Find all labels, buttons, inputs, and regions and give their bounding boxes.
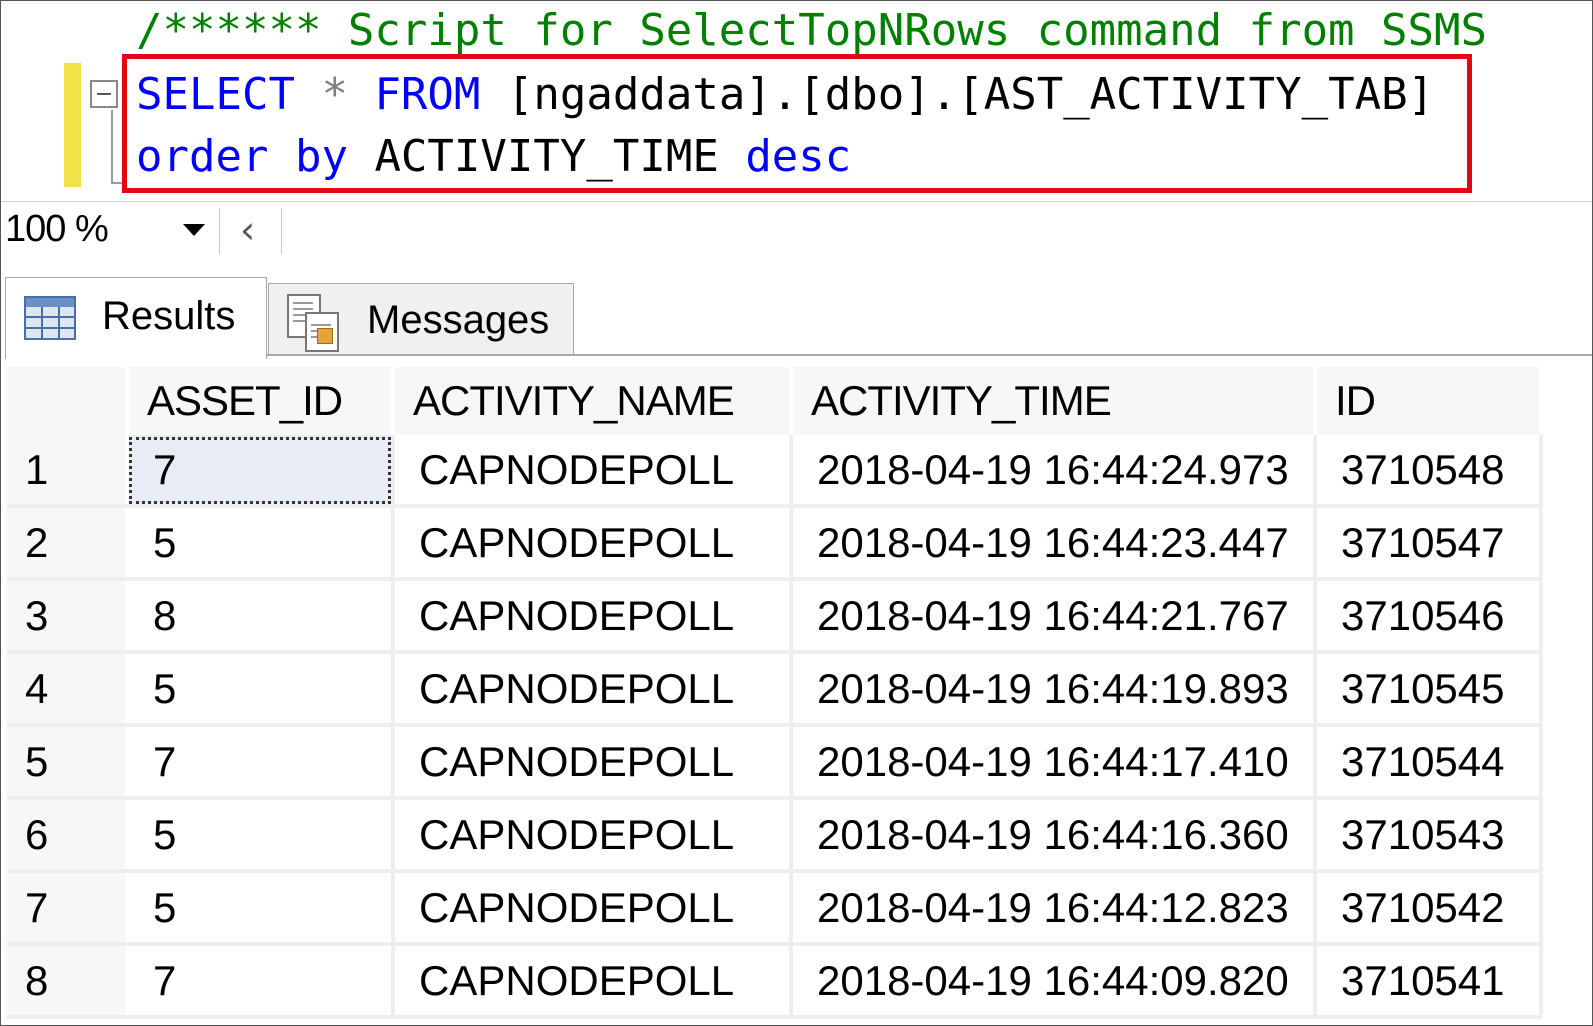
zoom-dropdown-arrow-icon[interactable]: [183, 224, 205, 236]
sql-keyword-order: order: [136, 131, 269, 182]
row-number[interactable]: 5: [7, 725, 129, 800]
grid-cell-activity-name[interactable]: CAPNODEPOLL: [393, 579, 793, 654]
column-header-asset-id[interactable]: ASSET_ID: [127, 367, 395, 435]
sql-keyword-by: by: [294, 131, 348, 182]
table-row: 8 7 CAPNODEPOLL 2018-04-19 16:44:09.820 …: [7, 944, 1543, 1019]
grid-cell-id[interactable]: 3710544: [1315, 725, 1543, 800]
grid-cell-activity-time[interactable]: 2018-04-19 16:44:17.410: [791, 725, 1317, 800]
results-grid[interactable]: ASSET_ID ACTIVITY_NAME ACTIVITY_TIME ID …: [1, 361, 1592, 1025]
sql-keyword-from: FROM: [374, 69, 481, 120]
grid-cell-id[interactable]: 3710547: [1315, 506, 1543, 581]
row-number[interactable]: 1: [7, 435, 129, 508]
editor-status-strip: 100 % ‹: [1, 201, 1592, 259]
row-number[interactable]: 2: [7, 506, 129, 581]
scroll-left-button[interactable]: ‹: [226, 206, 276, 254]
row-number[interactable]: 7: [7, 871, 129, 946]
grid-cell-asset-id[interactable]: 5: [127, 871, 395, 946]
zoom-level-value[interactable]: 100 %: [5, 208, 109, 251]
column-header-activity-name[interactable]: ACTIVITY_NAME: [393, 367, 793, 435]
grid-cell-activity-time[interactable]: 2018-04-19 16:44:19.893: [791, 652, 1317, 727]
grid-cell-asset-id[interactable]: 7: [127, 725, 395, 800]
grid-cell-asset-id[interactable]: 5: [127, 652, 395, 727]
table-row: 7 5 CAPNODEPOLL 2018-04-19 16:44:12.823 …: [7, 871, 1543, 946]
column-header-id[interactable]: ID: [1315, 367, 1543, 435]
table-row: 6 5 CAPNODEPOLL 2018-04-19 16:44:16.360 …: [7, 798, 1543, 873]
table-row: 1 7 CAPNODEPOLL 2018-04-19 16:44:24.973 …: [7, 435, 1543, 508]
tab-results[interactable]: Results: [5, 277, 267, 359]
grid-cell-activity-time[interactable]: 2018-04-19 16:44:16.360: [791, 798, 1317, 873]
sql-star: *: [294, 69, 375, 120]
grid-cell-activity-name[interactable]: CAPNODEPOLL: [393, 944, 793, 1019]
sql-line-select: SELECT * FROM [ngaddata].[dbo].[AST_ACTI…: [136, 65, 1434, 125]
row-number[interactable]: 6: [7, 798, 129, 873]
grid-cell-asset-id[interactable]: 8: [127, 579, 395, 654]
sql-order-column: ACTIVITY_TIME: [374, 131, 719, 182]
grid-cell-activity-name[interactable]: CAPNODEPOLL: [393, 798, 793, 873]
grid-cell-asset-id[interactable]: 7: [127, 435, 395, 508]
row-number-header[interactable]: [7, 367, 129, 435]
results-grid-icon: [24, 296, 76, 340]
grid-cell-asset-id[interactable]: 7: [127, 944, 395, 1019]
scroll-separator: [281, 208, 282, 254]
row-number[interactable]: 4: [7, 652, 129, 727]
sql-line-order-by: order by ACTIVITY_TIME desc: [136, 127, 851, 187]
results-table: ASSET_ID ACTIVITY_NAME ACTIVITY_TIME ID …: [7, 367, 1543, 1019]
sql-keyword-desc: desc: [745, 131, 852, 182]
grid-cell-id[interactable]: 3710542: [1315, 871, 1543, 946]
tab-messages-label: Messages: [367, 298, 550, 342]
messages-icon: [287, 294, 341, 352]
grid-cell-activity-name[interactable]: CAPNODEPOLL: [393, 652, 793, 727]
outline-guide-line: [111, 110, 123, 184]
column-header-activity-time[interactable]: ACTIVITY_TIME: [791, 367, 1317, 435]
grid-cell-id[interactable]: 3710541: [1315, 944, 1543, 1019]
grid-cell-id[interactable]: 3710548: [1315, 435, 1543, 508]
sql-comment-line: /****** Script for SelectTopNRows comman…: [136, 5, 1488, 56]
grid-cell-activity-name[interactable]: CAPNODEPOLL: [393, 871, 793, 946]
grid-cell-id[interactable]: 3710545: [1315, 652, 1543, 727]
table-row: 5 7 CAPNODEPOLL 2018-04-19 16:44:17.410 …: [7, 725, 1543, 800]
grid-cell-activity-time[interactable]: 2018-04-19 16:44:21.767: [791, 579, 1317, 654]
results-tab-bar: Results Messages: [1, 257, 1592, 361]
grid-cell-id[interactable]: 3710543: [1315, 798, 1543, 873]
ssms-window: /****** Script for SelectTopNRows comman…: [0, 0, 1593, 1026]
row-number[interactable]: 8: [7, 944, 129, 1019]
grid-cell-activity-name[interactable]: CAPNODEPOLL: [393, 435, 793, 508]
grid-cell-activity-time[interactable]: 2018-04-19 16:44:23.447: [791, 506, 1317, 581]
grid-header-row: ASSET_ID ACTIVITY_NAME ACTIVITY_TIME ID: [7, 367, 1543, 435]
tab-results-label: Results: [102, 294, 236, 338]
sql-table-name: [ngaddata].[dbo].[AST_ACTIVITY_TAB]: [480, 69, 1435, 120]
grid-cell-id[interactable]: 3710546: [1315, 579, 1543, 654]
grid-cell-activity-time[interactable]: 2018-04-19 16:44:12.823: [791, 871, 1317, 946]
grid-cell-activity-time[interactable]: 2018-04-19 16:44:09.820: [791, 944, 1317, 1019]
grid-cell-activity-name[interactable]: CAPNODEPOLL: [393, 725, 793, 800]
table-row: 4 5 CAPNODEPOLL 2018-04-19 16:44:19.893 …: [7, 652, 1543, 727]
sql-keyword-select: SELECT: [136, 69, 295, 120]
tab-messages[interactable]: Messages: [268, 283, 574, 355]
zoom-separator: [219, 208, 220, 254]
grid-cell-activity-name[interactable]: CAPNODEPOLL: [393, 506, 793, 581]
chevron-left-icon: ‹: [240, 208, 256, 252]
grid-cell-activity-time[interactable]: 2018-04-19 16:44:24.973: [791, 435, 1317, 508]
table-row: 3 8 CAPNODEPOLL 2018-04-19 16:44:21.767 …: [7, 579, 1543, 654]
collapse-toggle-icon[interactable]: [90, 80, 118, 108]
grid-cell-asset-id[interactable]: 5: [127, 798, 395, 873]
row-number[interactable]: 3: [7, 579, 129, 654]
change-indicator-bar: [64, 63, 81, 187]
grid-cell-asset-id[interactable]: 5: [127, 506, 395, 581]
query-editor[interactable]: /****** Script for SelectTopNRows comman…: [1, 1, 1592, 201]
table-row: 2 5 CAPNODEPOLL 2018-04-19 16:44:23.447 …: [7, 506, 1543, 581]
